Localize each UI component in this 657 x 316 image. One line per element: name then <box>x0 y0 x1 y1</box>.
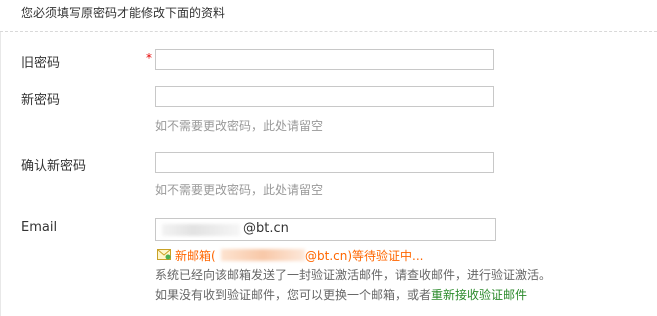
notice-text: 您必须填写原密码才能修改下面的资料 <box>21 6 226 20</box>
pending-email-notice: 新邮箱( @bt.cn)等待验证中... <box>155 246 575 264</box>
required-marker: * <box>146 51 152 65</box>
confirm-password-label: 确认新密码 <box>21 159 87 174</box>
new-password-field[interactable] <box>155 86 494 107</box>
email-domain-text: @bt.cn <box>243 221 289 236</box>
left-border <box>0 32 1 316</box>
resend-instructions: 如果没有收到验证邮件，您可以更换一个邮箱，或者重新接收验证邮件 <box>155 286 527 303</box>
notice-divider <box>0 31 657 32</box>
new-password-hint: 如不需要更改密码，此处请留空 <box>155 119 324 133</box>
email-label: Email <box>21 220 58 235</box>
old-password-label: 旧密码 <box>21 56 61 71</box>
resend-prefix-text: 如果没有收到验证邮件，您可以更换一个邮箱，或者 <box>155 288 432 302</box>
confirm-password-hint: 如不需要更改密码，此处请留空 <box>155 183 324 197</box>
pending-email-suffix: @bt.cn)等待验证中... <box>305 249 424 263</box>
redacted-email-user <box>162 224 240 236</box>
confirm-password-field[interactable] <box>155 152 494 173</box>
pending-email-prefix: 新邮箱( <box>175 249 216 263</box>
old-password-field[interactable] <box>155 49 494 70</box>
redacted-pending-email <box>221 249 305 261</box>
envelope-icon <box>157 249 171 260</box>
email-field[interactable]: @bt.cn <box>155 218 496 241</box>
new-password-label: 新密码 <box>21 93 61 108</box>
resend-verification-link[interactable]: 重新接收验证邮件 <box>431 288 527 302</box>
verification-sent-text: 系统已经向该邮箱发送了一封验证激活邮件，请查收邮件，进行验证激活。 <box>155 268 552 282</box>
